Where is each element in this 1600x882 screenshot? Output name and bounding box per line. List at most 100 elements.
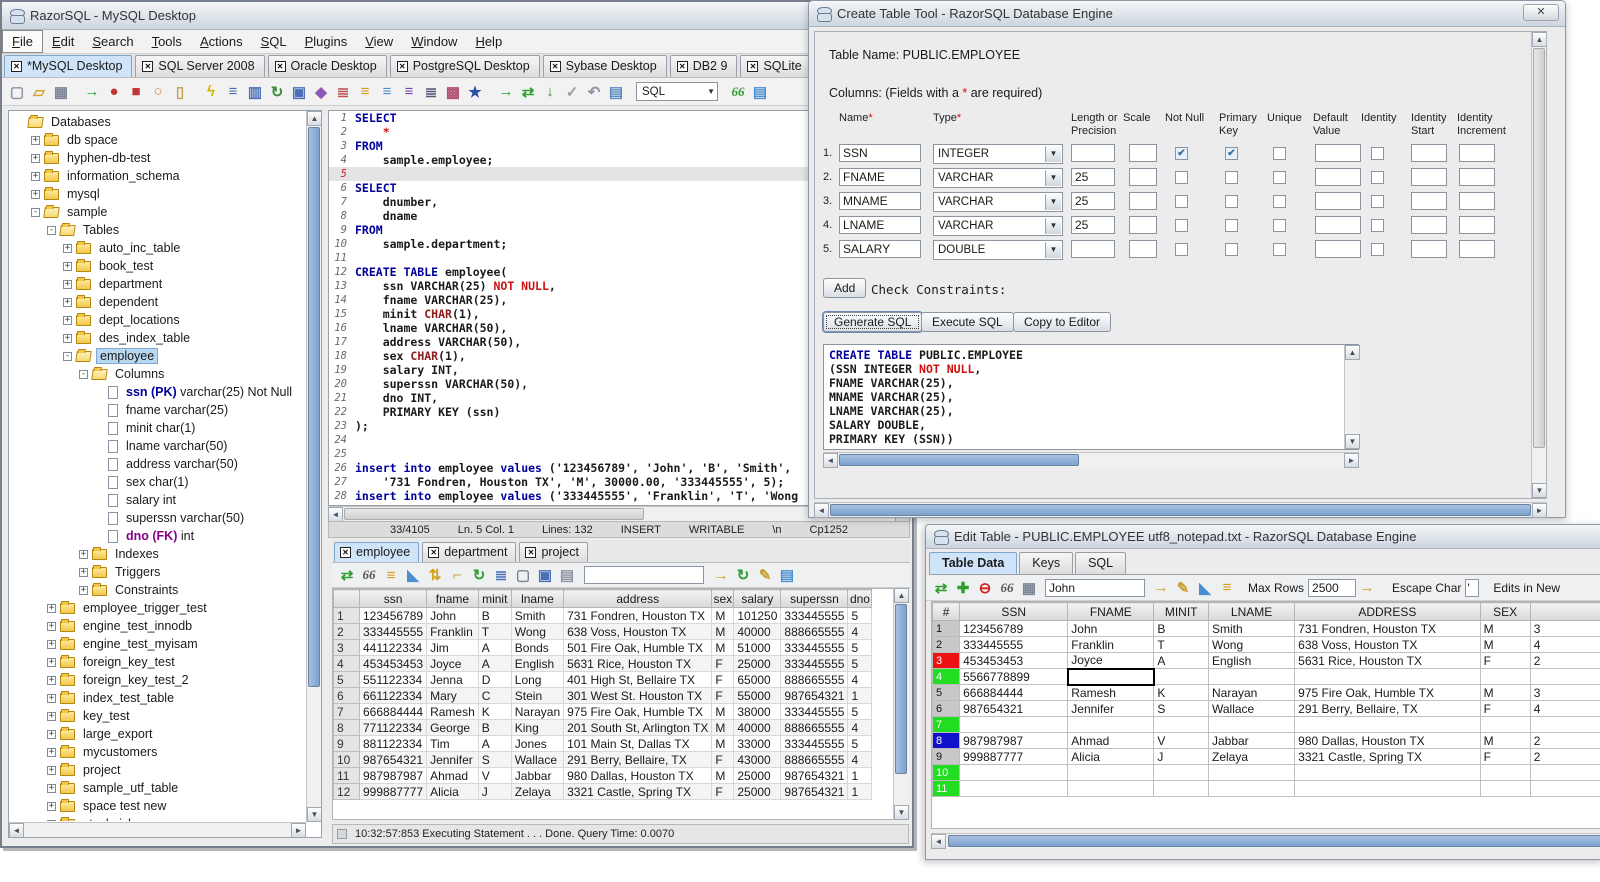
identity-increment-input[interactable] [1459,216,1495,234]
results-cell[interactable]: 501 Fire Oak, Humble TX [563,639,713,656]
results-column-header[interactable]: minit [477,589,512,608]
chevron-down-icon[interactable]: ▼ [1045,194,1061,210]
close-tab-icon[interactable]: ✕ [428,546,440,558]
edit-table-cell[interactable] [1207,764,1296,781]
default-value-input[interactable] [1315,240,1361,258]
results-cell[interactable]: 5 [847,655,873,672]
results-cell[interactable]: Jabbar [510,767,565,784]
identity-start-input[interactable] [1411,216,1447,234]
tree-item-auto_inc_table[interactable]: + auto_inc_table [11,239,305,257]
package-icon[interactable]: ◆ [310,82,332,102]
results-cell[interactable]: Jones [510,735,565,752]
results-cell[interactable]: 55000 [733,687,782,704]
column-name-input[interactable]: SALARY [839,240,921,258]
results-cell[interactable]: 40000 [733,719,782,736]
scroll-up-icon[interactable]: ▲ [1345,345,1360,360]
connection-tab-sybase-desktop[interactable]: ✕ Sybase Desktop [542,55,667,77]
close-tab-icon[interactable]: ✕ [340,546,351,558]
sort-right-icon[interactable]: ≡ [398,82,420,102]
clipboard-icon[interactable]: ▤ [605,82,627,102]
results-row[interactable]: 8 771122334 George B King 201 South St, Arlin… [333,719,873,736]
row-number-cell[interactable]: 7 [333,703,360,720]
row-number-cell[interactable]: 2 [333,623,360,640]
results-row[interactable]: 11 987987987 Ahmad V Jabbar 980 Dallas, Houst… [333,767,873,784]
edit-table-cell[interactable] [1067,716,1155,733]
row-number-cell[interactable]: 12 [333,783,360,800]
download-icon[interactable]: ↓ [539,82,561,102]
results-cell[interactable]: M [711,767,735,784]
tree-item-stockpickers[interactable]: + stockpickers [11,815,305,821]
default-value-input[interactable] [1315,216,1361,234]
brush-icon[interactable]: ✎ [1172,578,1194,598]
results-cell[interactable]: Wong [510,623,565,640]
length-precision-input[interactable]: 25 [1071,168,1115,186]
close-button[interactable]: ✕ [1523,4,1559,21]
refresh-go-icon[interactable]: ↻ [732,565,754,585]
primary-key-checkbox[interactable] [1225,243,1238,256]
edit-table-row[interactable]: 9 999887777 Alicia J Zelaya 3321 Castle, Spri… [932,748,1600,765]
row-number-cell[interactable]: 11 [932,780,961,797]
chevron-down-icon[interactable]: ▼ [1045,218,1061,234]
expand-icon[interactable]: + [31,153,40,163]
expand-icon[interactable]: + [47,765,56,775]
import-icon[interactable]: ▤ [556,565,578,585]
results-cell[interactable]: 987654321 [358,751,428,768]
tree-vertical-scrollbar[interactable]: ▲ ▼ [306,111,321,822]
default-value-input[interactable] [1315,144,1361,162]
edit-table-cell[interactable] [959,716,1069,733]
edit-table-cell[interactable]: 2 [1529,652,1600,669]
tree-item-employee_trigger_test[interactable]: + employee_trigger_test [11,599,305,617]
connection-tab-oracle-desktop[interactable]: ✕ Oracle Desktop [267,55,387,77]
close-tab-icon[interactable]: ✕ [274,60,286,72]
refresh-icon[interactable]: ⇄ [930,578,952,598]
edit-table-cell[interactable]: F [1479,652,1531,669]
results-cell[interactable]: C [477,687,512,704]
results-cell[interactable]: D [477,671,512,688]
align-icon[interactable]: ≣ [420,82,442,102]
edit-table-cell[interactable] [1294,780,1481,797]
results-cell[interactable]: J [477,783,512,800]
results-cell[interactable]: 65000 [733,671,782,688]
check-icon[interactable]: ✓ [561,82,583,102]
column-name-input[interactable]: FNAME [839,168,921,186]
row-number-cell[interactable]: 2 [932,636,961,653]
edit-table-cell[interactable]: Wong [1207,636,1296,653]
results-cell[interactable]: 123456789 [358,607,428,624]
tree-item-employee[interactable]: - employee [11,347,305,365]
results-cell[interactable]: Narayan [510,703,565,720]
execute-sql-button[interactable]: Execute SQL [921,312,1014,332]
doc-sync-icon[interactable]: ↻ [266,82,288,102]
refresh-icon[interactable]: ⇄ [336,565,358,585]
results-row[interactable]: 3 441122334 Jim A Bonds 501 Fire Oak, Humble … [333,639,873,656]
results-tab-department[interactable]: ✕ department [422,542,517,562]
results-cell[interactable]: 999887777 [358,783,428,800]
results-cell[interactable]: Ramesh [426,703,479,720]
primary-key-checkbox[interactable] [1225,171,1238,184]
close-tab-icon[interactable]: ✕ [549,60,561,72]
results-cell[interactable]: John [426,607,479,624]
edit-table-cell[interactable] [1529,668,1600,685]
results-cell[interactable]: 101250 [733,607,782,624]
edit-table-cell[interactable]: Smith [1207,620,1296,637]
expand-icon[interactable]: + [47,747,56,757]
results-cell[interactable]: M [711,623,735,640]
default-value-input[interactable] [1315,168,1361,186]
export-icon[interactable]: ↻ [468,565,490,585]
identity-checkbox[interactable] [1371,243,1384,256]
identity-increment-input[interactable] [1459,144,1495,162]
expand-icon[interactable]: + [63,261,72,271]
tree-item-foreign_key_test[interactable]: + foreign_key_test [11,653,305,671]
sql-statement-dropdown[interactable]: SQL ▼ [636,82,718,101]
sql-vertical-scrollbar[interactable]: ▲ ▼ [1344,345,1360,449]
row-number-cell[interactable]: 10 [932,764,961,781]
edit-table-cell[interactable] [1294,716,1481,733]
menu-edit[interactable]: Edit [43,31,83,52]
tree-item-index_test_table[interactable]: + index_test_table [11,689,305,707]
results-cell[interactable]: 301 West St. Houston TX [563,687,713,704]
results-cell[interactable]: Jenna [426,671,479,688]
row-number-cell[interactable]: 9 [932,748,961,765]
results-row[interactable]: 9 881122334 Tim A Jones 101 Main St, Dallas T… [333,735,873,752]
expand-icon[interactable]: + [79,549,88,559]
results-cell[interactable]: 638 Voss, Houston TX [563,623,713,640]
edit-column-header[interactable]: LNAME [1207,602,1296,621]
